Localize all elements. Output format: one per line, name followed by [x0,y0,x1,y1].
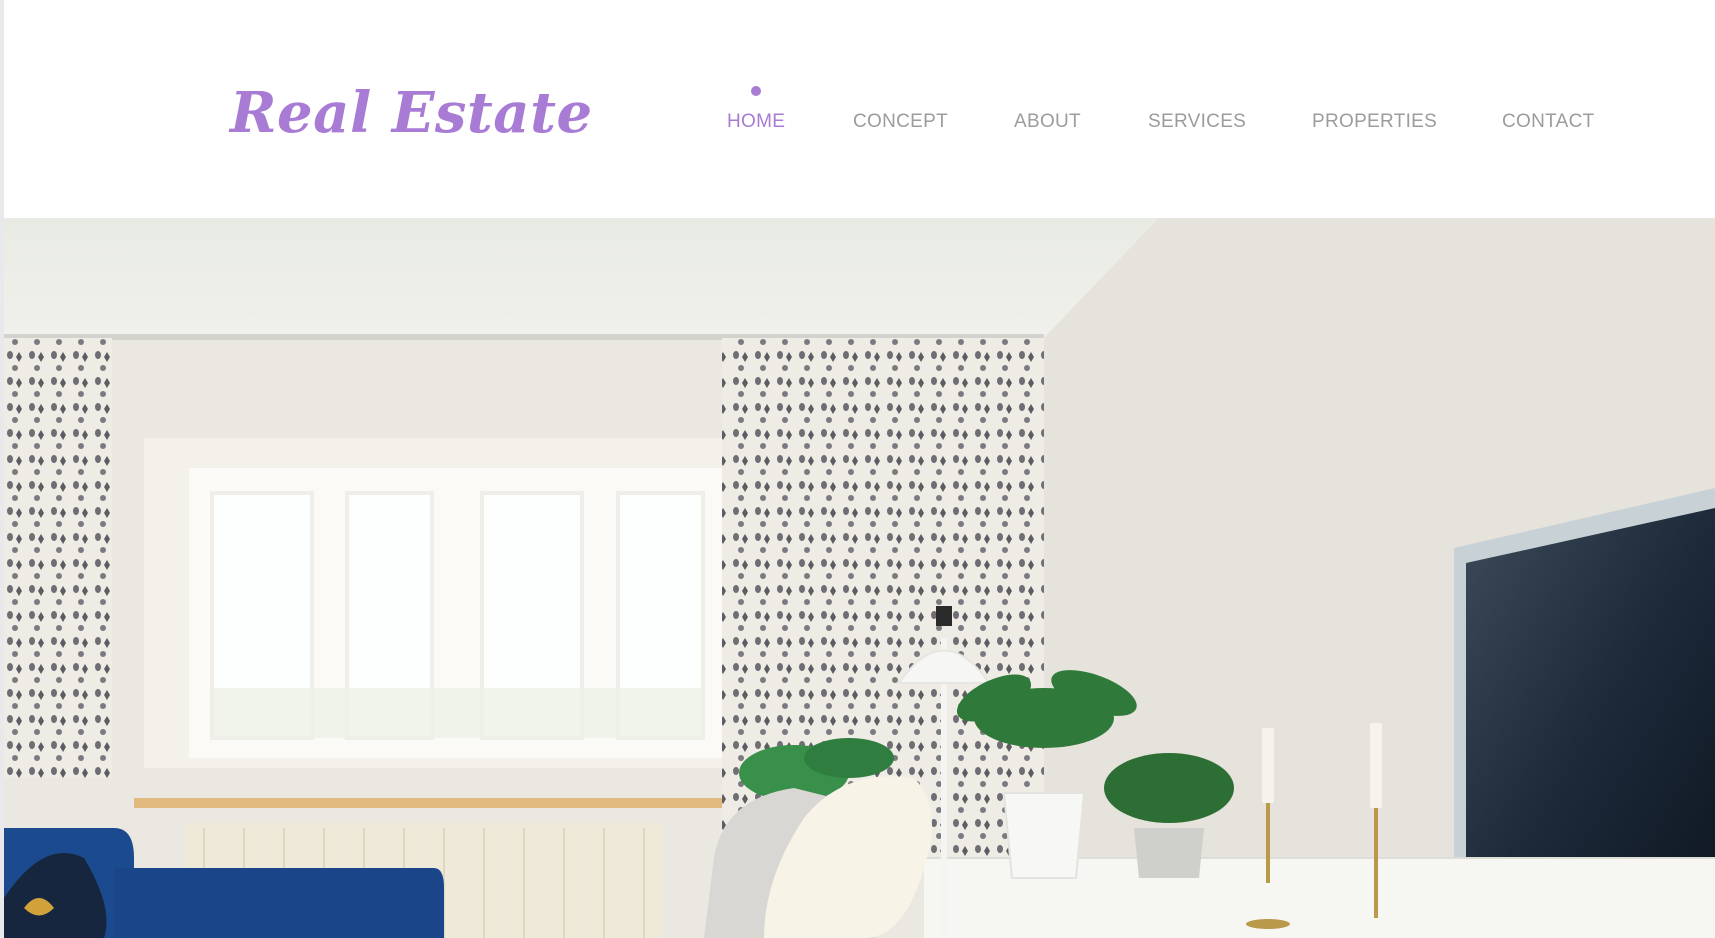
nav-item-contact[interactable]: CONTACT [1502,111,1595,133]
nav-item-home[interactable]: HOME [727,111,785,133]
nav-item-properties[interactable]: PROPERTIES [1312,111,1437,133]
nav-item-concept[interactable]: CONCEPT [853,111,948,133]
page: Real Estate HOME CONCEPT ABOUT SERVICES … [0,0,1715,938]
site-header: Real Estate HOME CONCEPT ABOUT SERVICES … [4,0,1715,218]
nav-item-about[interactable]: ABOUT [1014,111,1081,133]
nav-item-services[interactable]: SERVICES [1148,111,1246,133]
hero-living-room-image [4,218,1715,938]
main-nav: HOME CONCEPT ABOUT SERVICES PROPERTIES C… [4,0,1715,218]
active-indicator-dot [751,86,761,96]
hero-banner [4,218,1715,938]
